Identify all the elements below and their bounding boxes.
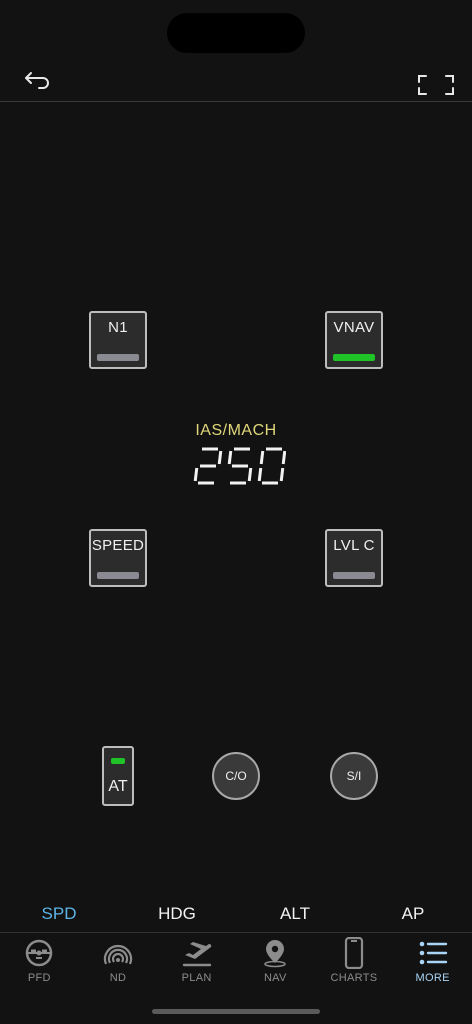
lvlc-button[interactable]: LVL C — [325, 529, 383, 587]
vnav-indicator — [333, 354, 375, 361]
autothrottle-switch[interactable]: AT — [102, 746, 134, 806]
list-icon — [413, 936, 453, 970]
speed-indicator — [97, 572, 139, 579]
tab-pfd[interactable]: PFD — [0, 936, 79, 988]
attitude-indicator-icon — [19, 936, 59, 970]
header-divider — [0, 101, 472, 102]
tab-plan-label: PLAN — [181, 972, 212, 984]
map-pin-icon — [255, 936, 295, 970]
airplane-departure-icon — [177, 936, 217, 970]
lvlc-label: LVL C — [333, 537, 375, 554]
tab-hdg[interactable]: HDG — [118, 900, 236, 928]
n1-label: N1 — [108, 319, 128, 336]
vnav-button[interactable]: VNAV — [325, 311, 383, 369]
tab-pfd-label: PFD — [27, 972, 51, 984]
si-label: S/I — [346, 769, 362, 783]
tab-alt[interactable]: ALT — [236, 900, 354, 928]
tab-nd-label: ND — [109, 972, 127, 984]
tab-charts[interactable]: CHARTS — [315, 936, 394, 988]
tab-plan[interactable]: PLAN — [157, 936, 236, 988]
lvlc-indicator — [333, 572, 375, 579]
back-arrow-icon — [25, 72, 49, 89]
tab-bar: PFD ND PLAN NAV CHARTS MORE — [0, 936, 472, 988]
n1-indicator — [97, 354, 139, 361]
ias-mach-label: IAS/MACH — [195, 422, 277, 439]
tablet-icon — [334, 936, 374, 970]
speed-intervention-button[interactable]: S/I — [330, 752, 378, 800]
at-armed-led — [111, 758, 125, 764]
mode-tabs: SPD HDG ALT AP — [0, 900, 472, 928]
speed-label: SPEED — [91, 537, 145, 554]
tab-nd[interactable]: ND — [79, 936, 158, 988]
ias-display[interactable] — [0, 444, 472, 488]
back-button[interactable] — [20, 66, 54, 96]
fullscreen-button[interactable] — [416, 71, 456, 99]
at-label: AT — [108, 778, 128, 795]
fullscreen-icon — [418, 75, 454, 95]
co-label: C/O — [225, 769, 247, 783]
vnav-label: VNAV — [333, 319, 375, 336]
tab-spd[interactable]: SPD — [0, 900, 118, 928]
changeover-button[interactable]: C/O — [212, 752, 260, 800]
tab-more-label: MORE — [415, 972, 450, 984]
tab-nav[interactable]: NAV — [236, 936, 315, 988]
tab-more[interactable]: MORE — [393, 936, 472, 988]
n1-button[interactable]: N1 — [89, 311, 147, 369]
dynamic-island — [167, 13, 305, 53]
tab-ap[interactable]: AP — [354, 900, 472, 928]
tab-charts-label: CHARTS — [330, 972, 378, 984]
tabbar-divider — [0, 932, 472, 933]
home-indicator — [152, 1009, 320, 1014]
tab-nav-label: NAV — [263, 972, 287, 984]
speed-button[interactable]: SPEED — [89, 529, 147, 587]
radar-icon — [98, 936, 138, 970]
ias-value — [193, 447, 286, 485]
